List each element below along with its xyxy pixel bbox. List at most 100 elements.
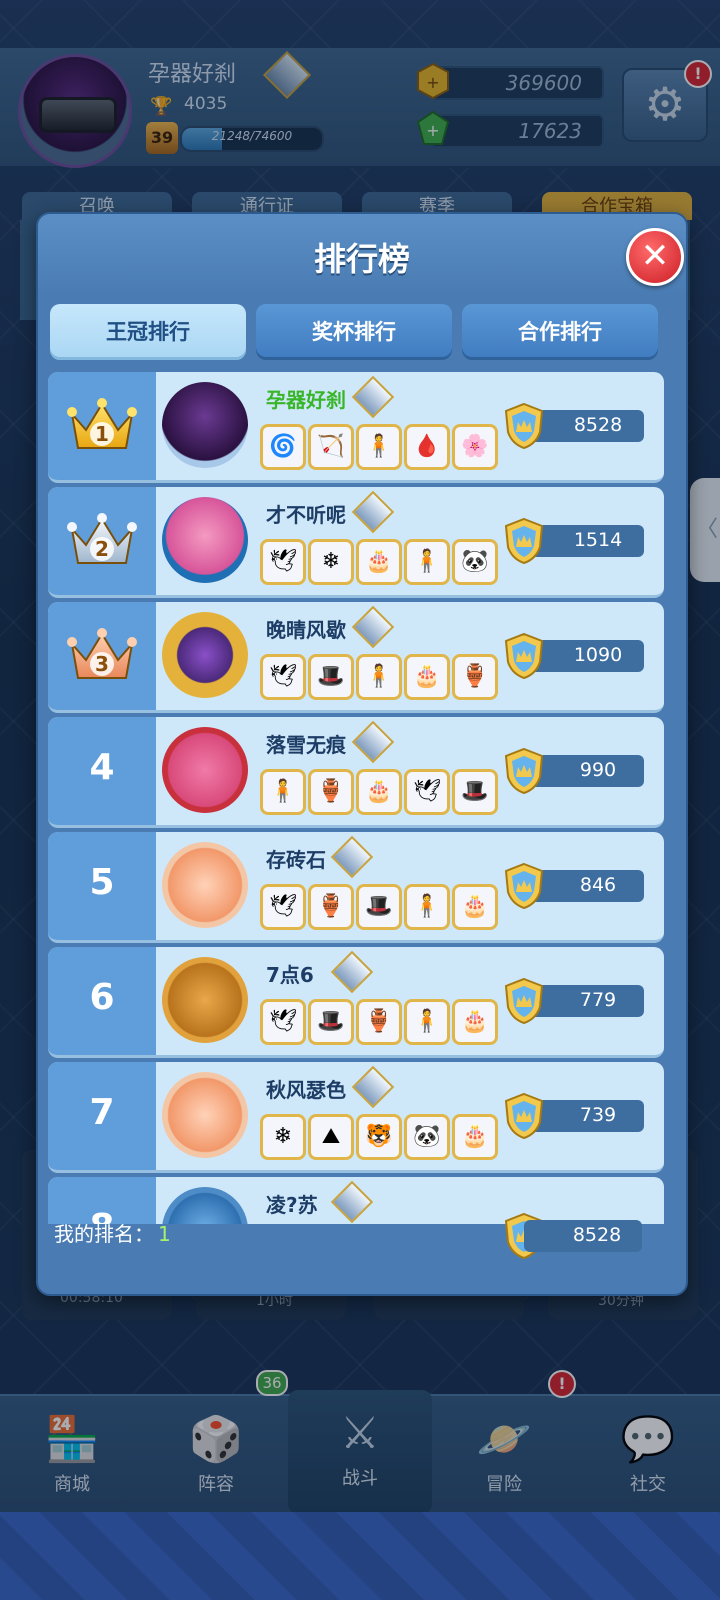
hero-card-icon[interactable]: 🧍: [356, 424, 402, 470]
leaderboard-list[interactable]: 1 孕器好刹 🌀 🏹 🧍 🩸 🌸 8528 2 才不听呢 🕊 ❄ 🎂 🧍 🐼 1514 3 晚晴风歇 🕊 🎩 🧍 🎂 🏺 10…: [48, 372, 674, 1224]
player-avatar[interactable]: [162, 382, 248, 468]
leaderboard-row[interactable]: 6 7点6 🕊 🎩 🏺 🧍 🎂 779: [48, 947, 664, 1058]
rank-number: 2: [95, 537, 109, 561]
hero-card-icon[interactable]: 🧍: [404, 884, 450, 930]
hero-card-icon[interactable]: 🎂: [452, 1114, 498, 1160]
hero-card-icon[interactable]: ⛰: [308, 1114, 354, 1160]
hero-card-icon[interactable]: 🐼: [404, 1114, 450, 1160]
player-avatar[interactable]: [162, 497, 248, 583]
score-value: 739: [579, 1104, 617, 1126]
hero-card-icon[interactable]: 🏺: [452, 654, 498, 700]
rank-number: 4: [89, 747, 115, 788]
rank-number: 3: [95, 652, 109, 676]
hero-card-icon[interactable]: 🐯: [356, 1114, 402, 1160]
rank-column: 4: [48, 717, 156, 825]
leaderboard-row[interactable]: 4 落雪无痕 🧍 🏺 🎂 🕊 🎩 990: [48, 717, 664, 828]
hero-card-icon[interactable]: 🕊: [404, 769, 450, 815]
hero-card-icon[interactable]: 🐼: [452, 539, 498, 585]
hero-card-icon[interactable]: 🕊: [260, 884, 306, 930]
player-name: 秋风瑟色: [266, 1078, 346, 1102]
hero-card-icon[interactable]: 🧍: [260, 769, 306, 815]
rank-badge-icon: [351, 720, 395, 764]
player-avatar[interactable]: [162, 1072, 248, 1158]
score-value: 1514: [573, 529, 623, 551]
hero-card-icon[interactable]: 🧍: [404, 539, 450, 585]
rank-badge-icon: [351, 375, 395, 419]
hero-card-icon[interactable]: 🏺: [356, 999, 402, 1045]
player-name: 凌?苏: [266, 1193, 318, 1217]
hero-card-icon[interactable]: ❄: [260, 1114, 306, 1160]
hero-card-icon[interactable]: 🧍: [356, 654, 402, 700]
leaderboard-row[interactable]: 8 凌?苏: [48, 1177, 664, 1224]
hero-card-icon[interactable]: 🌸: [452, 424, 498, 470]
rank-badge-icon: [330, 835, 374, 879]
player-name: 7点6: [266, 963, 314, 987]
hero-card-icon[interactable]: 🎩: [308, 999, 354, 1045]
hero-card-icon[interactable]: 🎩: [356, 884, 402, 930]
leaderboard-row[interactable]: 3 晚晴风歇 🕊 🎩 🧍 🎂 🏺 1090: [48, 602, 664, 713]
close-button[interactable]: ✕: [626, 228, 684, 286]
score-value: 1090: [573, 644, 623, 666]
leaderboard-modal: 排行榜 ✕ 王冠排行 奖杯排行 合作排行 1 孕器好刹 🌀 🏹 🧍 🩸 🌸 8528 2 才不听呢…: [36, 212, 688, 1296]
player-avatar[interactable]: [162, 612, 248, 698]
my-rank-value: 1: [158, 1222, 171, 1246]
player-avatar[interactable]: [162, 842, 248, 928]
my-score-value: 8528: [572, 1224, 622, 1246]
hero-card-icon[interactable]: 🎩: [452, 769, 498, 815]
crown-bronze-icon: 3: [67, 628, 137, 679]
rank-badge-icon: [330, 950, 374, 994]
rank-column: 1: [48, 372, 156, 480]
leaderboard-row[interactable]: 7 秋风瑟色 ❄ ⛰ 🐯 🐼 🎂 739: [48, 1062, 664, 1173]
rank-column: 3: [48, 602, 156, 710]
hero-card-icon[interactable]: 🕊: [260, 654, 306, 700]
player-avatar[interactable]: [162, 1187, 248, 1224]
rank-number: 5: [89, 862, 115, 903]
tab-crown-rank[interactable]: 王冠排行: [50, 304, 246, 360]
hero-card-icon[interactable]: 🎂: [356, 769, 402, 815]
crown-shield-icon: [504, 862, 544, 910]
tab-trophy-rank[interactable]: 奖杯排行: [256, 304, 452, 360]
player-name: 孕器好刹: [266, 388, 346, 412]
rank-number: 7: [89, 1092, 115, 1133]
hero-card-icon[interactable]: 🏺: [308, 884, 354, 930]
hero-card-icon[interactable]: ❄: [308, 539, 354, 585]
leaderboard-row[interactable]: 1 孕器好刹 🌀 🏹 🧍 🩸 🌸 8528: [48, 372, 664, 483]
score-value: 8528: [573, 414, 623, 436]
crown-silver-icon: 2: [67, 513, 137, 564]
hero-card-icon[interactable]: 🏹: [308, 424, 354, 470]
crown-shield-icon: [504, 747, 544, 795]
crown-gold-icon: 1: [67, 398, 137, 449]
rank-column: 6: [48, 947, 156, 1055]
player-avatar[interactable]: [162, 957, 248, 1043]
leaderboard-row[interactable]: 5 存砖石 🕊 🏺 🎩 🧍 🎂 846: [48, 832, 664, 943]
leaderboard-row[interactable]: 2 才不听呢 🕊 ❄ 🎂 🧍 🐼 1514: [48, 487, 664, 598]
leaderboard-tabs: 王冠排行 奖杯排行 合作排行: [50, 304, 670, 364]
rank-column: 8: [48, 1177, 156, 1224]
modal-header: 排行榜 ✕: [38, 214, 686, 294]
hero-card-icon[interactable]: 🌀: [260, 424, 306, 470]
hero-card-icon[interactable]: 🎂: [452, 999, 498, 1045]
rank-number: 6: [89, 977, 115, 1018]
hero-card-icon[interactable]: 🕊: [260, 539, 306, 585]
my-rank-label: 我的排名：: [54, 1222, 154, 1246]
hero-card-icon[interactable]: 🎩: [308, 654, 354, 700]
rank-badge-icon: [330, 1180, 374, 1224]
crown-shield-icon: [504, 632, 544, 680]
hero-card-icon[interactable]: 🏺: [308, 769, 354, 815]
hero-card-icon[interactable]: 🧍: [404, 999, 450, 1045]
hero-card-icon[interactable]: 🎂: [452, 884, 498, 930]
hero-card-icon[interactable]: 🕊: [260, 999, 306, 1045]
score-value: 779: [579, 989, 617, 1011]
my-score: 8528: [524, 1220, 642, 1252]
hero-card-icon[interactable]: 🎂: [356, 539, 402, 585]
score-value: 990: [579, 759, 617, 781]
player-avatar[interactable]: [162, 727, 248, 813]
player-name: 晚晴风歇: [266, 618, 346, 642]
rank-number: 1: [95, 422, 109, 446]
player-name: 存砖石: [266, 848, 326, 872]
rank-column: 5: [48, 832, 156, 940]
my-rank: 我的排名： 1: [54, 1218, 171, 1247]
hero-card-icon[interactable]: 🎂: [404, 654, 450, 700]
hero-card-icon[interactable]: 🩸: [404, 424, 450, 470]
tab-coop-rank[interactable]: 合作排行: [462, 304, 658, 360]
